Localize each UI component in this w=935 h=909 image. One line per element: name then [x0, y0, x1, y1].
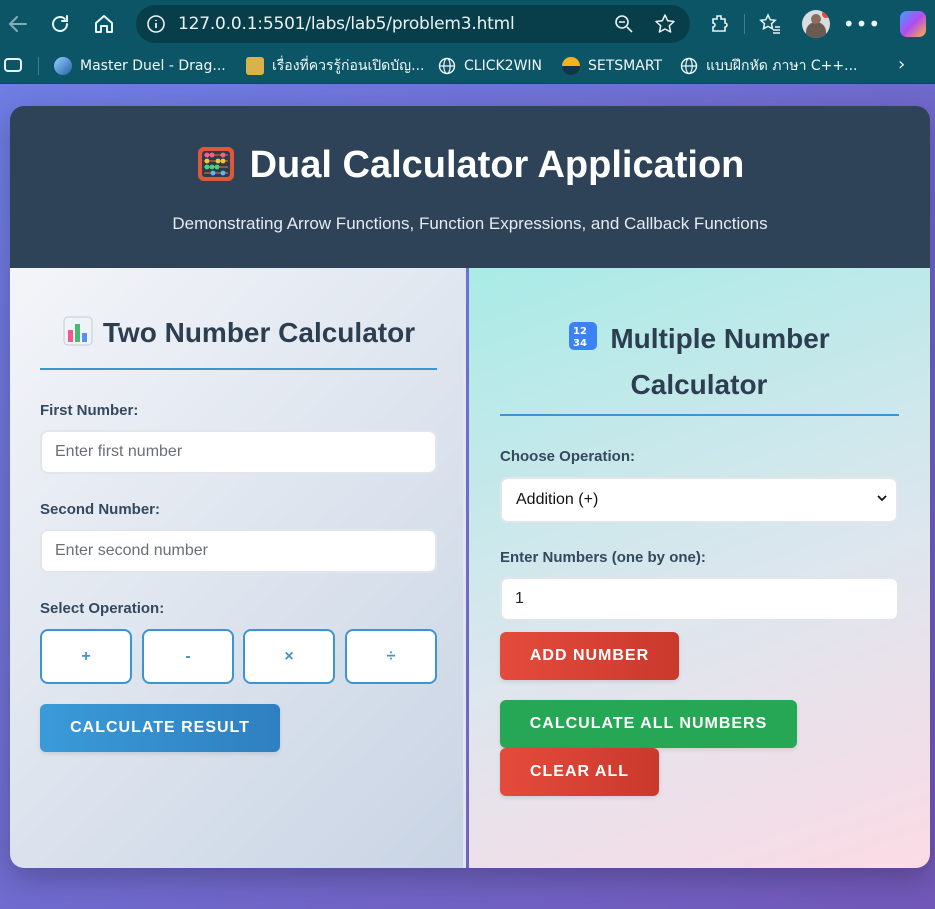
number-input[interactable]: 1: [500, 577, 899, 621]
bookmark-label: SETSMART: [588, 58, 663, 74]
toolbar-divider: [744, 14, 745, 34]
first-number-input[interactable]: [40, 430, 437, 474]
page-title: Dual Calculator Application: [10, 144, 930, 187]
second-number-label: Second Number:: [40, 501, 161, 518]
favorites-icon[interactable]: [758, 12, 782, 36]
bookmark-label: เรื่องที่ควรรู้ก่อนเปิดบัญ...: [272, 58, 425, 74]
bookmark-item[interactable]: SETSMART: [562, 56, 662, 76]
enter-numbers-label: Enter Numbers (one by one):: [500, 549, 706, 566]
bookmark-label: CLICK2WIN: [464, 58, 543, 74]
master-duel-icon: [54, 57, 72, 75]
more-menu-icon[interactable]: •••: [843, 12, 880, 36]
favorite-star-icon[interactable]: [654, 13, 676, 39]
back-icon[interactable]: [6, 12, 30, 36]
bookmarks-bar: Master Duel - Drag... เรื่องที่ควรรู้ก่อ…: [0, 48, 935, 84]
page-subtitle: Demonstrating Arrow Functions, Function …: [172, 214, 768, 233]
bookmark-item[interactable]: CLICK2WIN: [438, 56, 542, 76]
multiple-title-line2: Calculator: [630, 369, 768, 400]
add-number-button[interactable]: ADD NUMBER: [500, 632, 679, 680]
bookmark-label: แบบฝึกหัด ภาษา C++...: [706, 58, 858, 74]
add-operation-button[interactable]: +: [40, 629, 132, 684]
collections-icon[interactable]: [4, 58, 22, 72]
bookmark-item[interactable]: Master Duel - Drag...: [54, 56, 226, 76]
bar-chart-icon: [63, 316, 93, 346]
calculate-all-button[interactable]: CALCULATE ALL NUMBERS: [500, 700, 797, 748]
multiple-title-line1: Multiple Number: [610, 323, 830, 354]
title-divider: [40, 368, 437, 370]
operation-select[interactable]: Addition (+): [500, 477, 898, 523]
clear-all-button[interactable]: CLEAR ALL: [500, 748, 659, 796]
multiple-number-title: 12 34 Multiple Number Calculator: [500, 316, 898, 408]
multiply-operation-button[interactable]: ×: [243, 629, 335, 684]
home-icon[interactable]: [92, 12, 116, 36]
two-number-panel: Two Number Calculator First Number: Seco…: [10, 268, 466, 868]
bookmark-label: Master Duel - Drag...: [80, 58, 226, 74]
setsmart-icon: [562, 57, 580, 75]
divide-operation-button[interactable]: ÷: [345, 629, 437, 684]
chevron-right-icon[interactable]: ›: [898, 54, 905, 75]
subtract-operation-button[interactable]: -: [142, 629, 234, 684]
chevron-down-icon: [876, 491, 888, 507]
second-number-input[interactable]: [40, 529, 437, 573]
app-container: Dual Calculator Application Demonstratin…: [10, 106, 930, 868]
address-bar[interactable]: 127.0.0.1:5501/labs/lab5/problem3.html: [136, 5, 690, 43]
browser-toolbar: 127.0.0.1:5501/labs/lab5/problem3.html •…: [0, 0, 935, 48]
bookmarks-divider: [38, 57, 39, 75]
title-text: Dual Calculator Application: [249, 144, 745, 186]
multiple-number-panel: 12 34 Multiple Number Calculator Choose …: [469, 268, 930, 868]
operation-select-value: Addition (+): [516, 491, 599, 508]
select-operation-label: Select Operation:: [40, 600, 165, 617]
copilot-icon[interactable]: [900, 11, 926, 37]
zoom-out-icon[interactable]: [614, 14, 634, 38]
bookmark-item[interactable]: เรื่องที่ควรรู้ก่อนเปิดบัญ...: [246, 56, 424, 76]
choose-operation-label: Choose Operation:: [500, 448, 636, 465]
app-header: Dual Calculator Application Demonstratin…: [10, 106, 930, 268]
extensions-icon[interactable]: [708, 12, 732, 36]
bank-icon: [246, 57, 264, 75]
abacus-icon: [197, 147, 234, 181]
title-divider: [500, 414, 899, 416]
url-text[interactable]: 127.0.0.1:5501/labs/lab5/problem3.html: [178, 14, 515, 34]
refresh-icon[interactable]: [48, 12, 72, 36]
calculate-result-button[interactable]: CALCULATE RESULT: [40, 704, 280, 752]
globe-icon: [680, 57, 698, 75]
two-number-title-text: Two Number Calculator: [102, 317, 416, 348]
first-number-label: First Number:: [40, 402, 139, 419]
globe-icon: [438, 57, 456, 75]
info-icon[interactable]: [146, 14, 166, 38]
numbers-icon: 12 34: [569, 322, 598, 350]
profile-avatar[interactable]: [802, 10, 830, 38]
two-number-title: Two Number Calculator: [40, 316, 438, 349]
bookmark-item[interactable]: แบบฝึกหัด ภาษา C++...: [680, 56, 857, 76]
svg-text:12: 12: [573, 326, 587, 337]
svg-text:34: 34: [573, 338, 587, 349]
